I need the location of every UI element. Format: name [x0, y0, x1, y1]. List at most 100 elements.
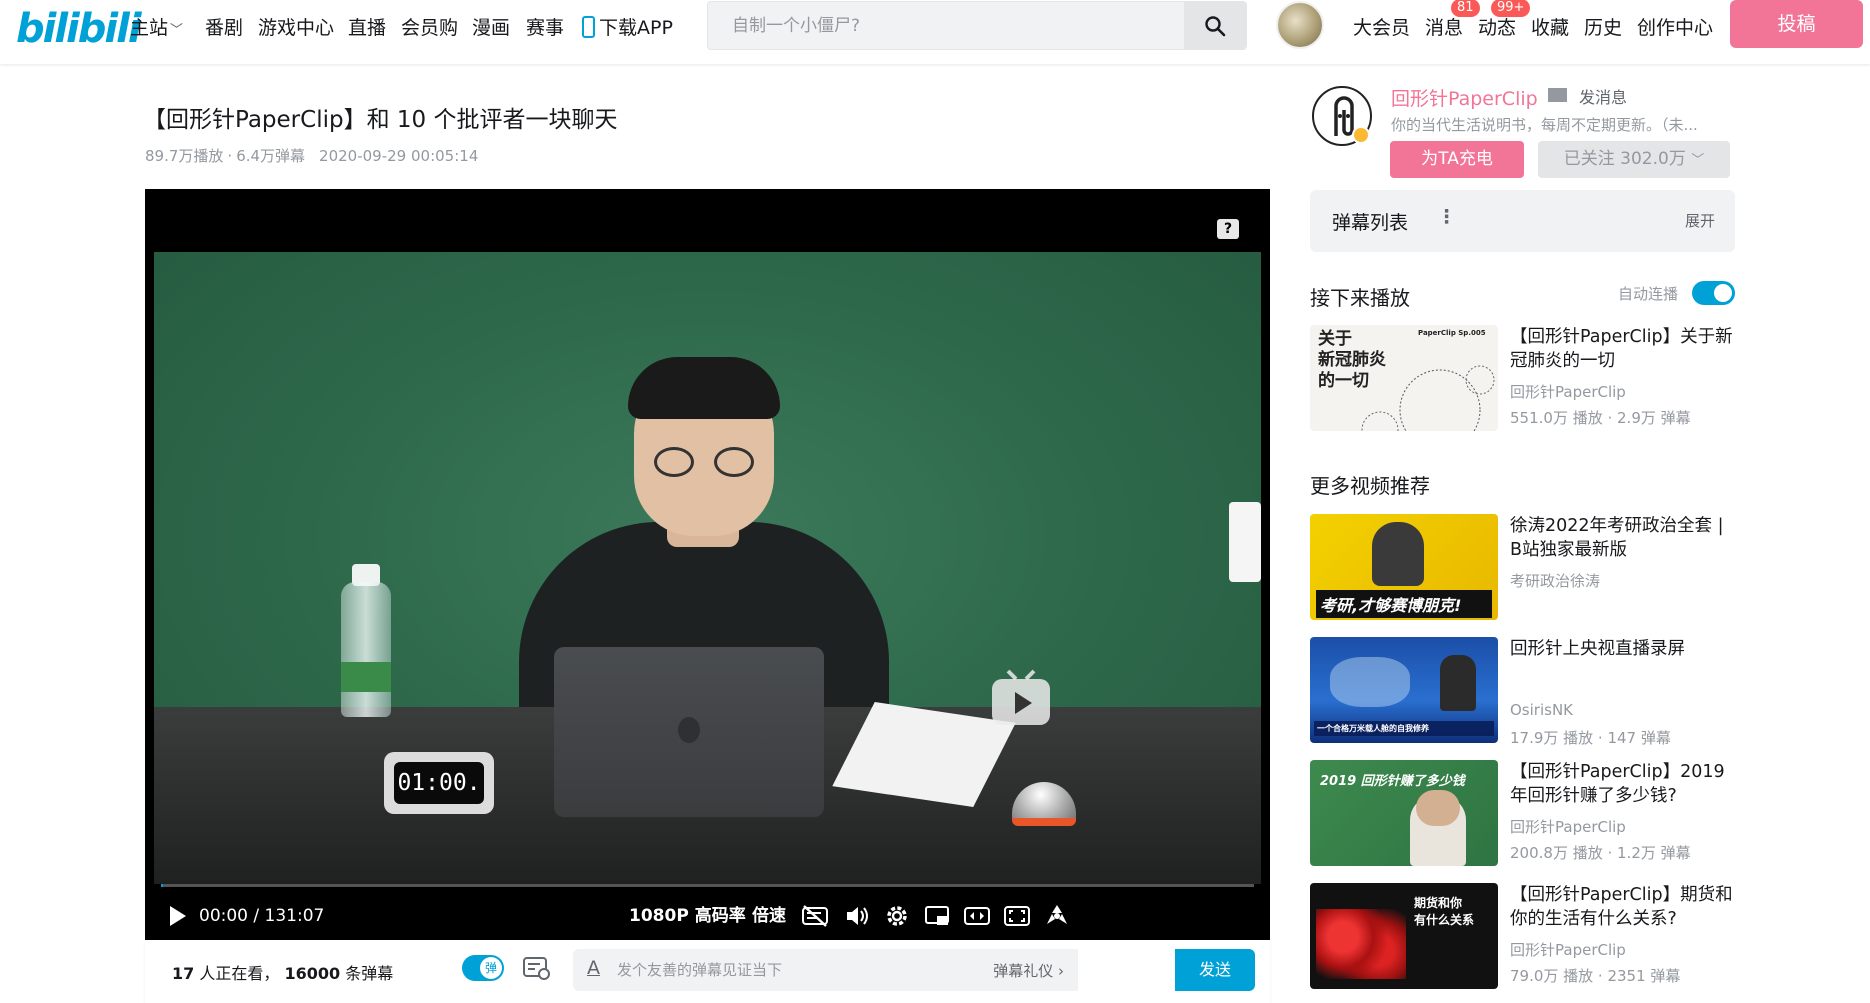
- recommended-video[interactable]: 期货和你 有什么关系 【回形针PaperClip】期货和你的生活有什么关系? 回…: [1310, 883, 1740, 991]
- video-title[interactable]: 徐涛2022年考研政治全套 | B站独家最新版: [1510, 514, 1740, 562]
- video-author[interactable]: 回形针PaperClip: [1510, 816, 1626, 837]
- volume-icon: [847, 907, 868, 925]
- nav-esports[interactable]: 赛事: [526, 13, 564, 40]
- danmaku-off-button[interactable]: [801, 902, 829, 930]
- recommended-video[interactable]: 2019 回形针赚了多少钱 【回形针PaperClip】2019年回形针赚了多少…: [1310, 760, 1740, 868]
- video-author[interactable]: 考研政治徐涛: [1510, 570, 1600, 591]
- play-button[interactable]: [163, 902, 191, 930]
- nav-download-app[interactable]: 下载APP: [582, 13, 673, 40]
- phone-icon: [582, 16, 595, 38]
- nav-shop[interactable]: 会员购: [401, 13, 458, 40]
- uploader-name[interactable]: 回形针PaperClip: [1391, 84, 1538, 111]
- autoplay-toggle[interactable]: [1692, 281, 1735, 305]
- fullscreen-icon: [1047, 905, 1067, 924]
- thumb-person: [1372, 522, 1424, 586]
- thumb-island: [1330, 657, 1410, 707]
- font-style-icon[interactable]: A: [587, 957, 600, 979]
- apple-logo: [678, 717, 700, 743]
- video-title[interactable]: 回形针上央视直播录屏: [1510, 637, 1740, 661]
- volume-button[interactable]: [843, 902, 871, 930]
- chevron-down-icon: ﹀: [1691, 153, 1705, 168]
- video-stats: 79.0万 播放 · 2351 弹幕: [1510, 967, 1681, 985]
- charge-button[interactable]: 为TA充电: [1390, 141, 1524, 178]
- video-thumbnail[interactable]: 考研,才够赛博朋克!: [1310, 514, 1498, 620]
- video-thumbnail[interactable]: 2019 回形针赚了多少钱: [1310, 760, 1498, 866]
- help-icon[interactable]: ?: [1217, 219, 1239, 239]
- messages-badge: 81: [1451, 0, 1480, 17]
- video-title[interactable]: 【回形针PaperClip】2019年回形针赚了多少钱?: [1510, 760, 1740, 808]
- danmaku-list-title: 弹幕列表: [1332, 212, 1409, 234]
- search-input[interactable]: [708, 2, 1188, 49]
- glasses-left: [654, 447, 694, 477]
- fullscreen-button[interactable]: [1043, 902, 1071, 930]
- autoplay-label: 自动连播: [1618, 285, 1679, 303]
- danmaku-etiquette-link[interactable]: 弹幕礼仪 ›: [993, 960, 1064, 981]
- recommendations-title: 更多视频推荐: [1310, 474, 1430, 498]
- thumb-caption: 期货和你 有什么关系: [1414, 896, 1475, 927]
- nav-favorites[interactable]: 收藏: [1531, 13, 1569, 40]
- thumb-cherries: [1316, 909, 1406, 979]
- video-thumbnail[interactable]: 期货和你 有什么关系: [1310, 883, 1498, 989]
- studio-lamp: [1229, 502, 1261, 582]
- settings-button[interactable]: [883, 902, 911, 930]
- bottle-label: [341, 662, 391, 692]
- video-title[interactable]: 【回形针PaperClip】期货和你的生活有什么关系?: [1510, 883, 1740, 931]
- widescreen-button[interactable]: [963, 902, 991, 930]
- danmaku-toggle[interactable]: 弹: [462, 955, 504, 981]
- video-author[interactable]: 回形针PaperClip: [1510, 381, 1626, 402]
- search-button[interactable]: [1184, 2, 1246, 49]
- send-danmaku-button[interactable]: 发送: [1175, 949, 1255, 991]
- expand-button[interactable]: 展开: [1685, 210, 1715, 231]
- bilibili-logo[interactable]: bilibili: [16, 6, 142, 52]
- thumb-anchor: [1440, 655, 1476, 711]
- upload-button[interactable]: 投稿: [1730, 0, 1863, 48]
- nav-anime[interactable]: 番剧: [205, 13, 243, 40]
- speed-selector[interactable]: 倍速: [752, 901, 786, 931]
- web-fullscreen-button[interactable]: [1003, 902, 1031, 930]
- up-next-item[interactable]: 关于 新冠肺炎 的一切 PaperClip Sp.005 【回形针PaperCl…: [1310, 325, 1740, 433]
- danmaku-settings-icon[interactable]: [523, 956, 551, 980]
- danmaku-list-panel[interactable]: 弹幕列表 ⋮ 展开: [1310, 190, 1735, 252]
- time-display: 00:00 / 131:07: [199, 901, 324, 931]
- danmaku-total: 16000: [284, 964, 341, 983]
- nav-game-center[interactable]: 游戏中心: [258, 13, 334, 40]
- video-thumbnail[interactable]: 关于 新冠肺炎 的一切 PaperClip Sp.005: [1310, 325, 1498, 431]
- follow-button[interactable]: 已关注 302.0万 ﹀: [1538, 141, 1730, 178]
- bilibili-tv-watermark: [992, 669, 1050, 725]
- video-stats: 551.0万 播放 · 2.9万 弹幕: [1510, 409, 1691, 427]
- danmaku-input[interactable]: [617, 949, 947, 991]
- more-options-icon[interactable]: ⋮: [1437, 206, 1456, 228]
- video-title[interactable]: 【回形针PaperClip】关于新冠肺炎的一切: [1510, 325, 1740, 373]
- nav-live[interactable]: 直播: [348, 13, 386, 40]
- dynamics-badge: 99+: [1491, 0, 1531, 17]
- recommended-video[interactable]: 考研,才够赛博朋克! 徐涛2022年考研政治全套 | B站独家最新版 考研政治徐…: [1310, 514, 1740, 622]
- quality-selector[interactable]: 1080P 高码率: [629, 901, 746, 931]
- send-message-link[interactable]: 发消息: [1579, 84, 1627, 108]
- viewers-text: 人正在看，: [199, 964, 280, 983]
- video-player[interactable]: ? 01:00. 00:00 / 131:07 1080P 高码率 倍速: [145, 189, 1270, 940]
- progress-bar[interactable]: [161, 884, 1254, 887]
- meta-dot: ·: [227, 147, 233, 165]
- nav-vip[interactable]: 大会员: [1353, 13, 1410, 40]
- web-fullscreen-icon: [1004, 906, 1030, 926]
- video-author[interactable]: OsirisNK: [1510, 701, 1573, 719]
- play-icon: [170, 906, 186, 926]
- pip-button[interactable]: [923, 902, 951, 930]
- thumb-caption: 2019 回形针赚了多少钱: [1320, 774, 1465, 789]
- recommended-video[interactable]: 一个合格万米载人舱的自我修养 回形针上央视直播录屏 OsirisNK 17.9万…: [1310, 637, 1740, 747]
- nav-creator-center[interactable]: 创作中心: [1637, 13, 1713, 40]
- user-avatar[interactable]: [1276, 1, 1324, 49]
- nav-messages[interactable]: 消息 81: [1425, 0, 1480, 40]
- nav-dynamics[interactable]: 动态 99+: [1478, 0, 1531, 40]
- viewer-stats: 17 人正在看， 16000 条弹幕: [172, 960, 393, 984]
- nav-manga[interactable]: 漫画: [472, 13, 510, 40]
- virus-illustration: [1361, 365, 1495, 431]
- nav-history[interactable]: 历史: [1584, 13, 1622, 40]
- viewers-count: 17: [172, 964, 195, 983]
- nav-label: 消息: [1425, 17, 1464, 39]
- envelope-icon[interactable]: [1548, 88, 1567, 102]
- nav-main-site[interactable]: 主站 ﹀: [130, 13, 183, 40]
- video-author[interactable]: 回形针PaperClip: [1510, 939, 1626, 960]
- search-box: [707, 1, 1247, 50]
- video-thumbnail[interactable]: 一个合格万米载人舱的自我修养: [1310, 637, 1498, 743]
